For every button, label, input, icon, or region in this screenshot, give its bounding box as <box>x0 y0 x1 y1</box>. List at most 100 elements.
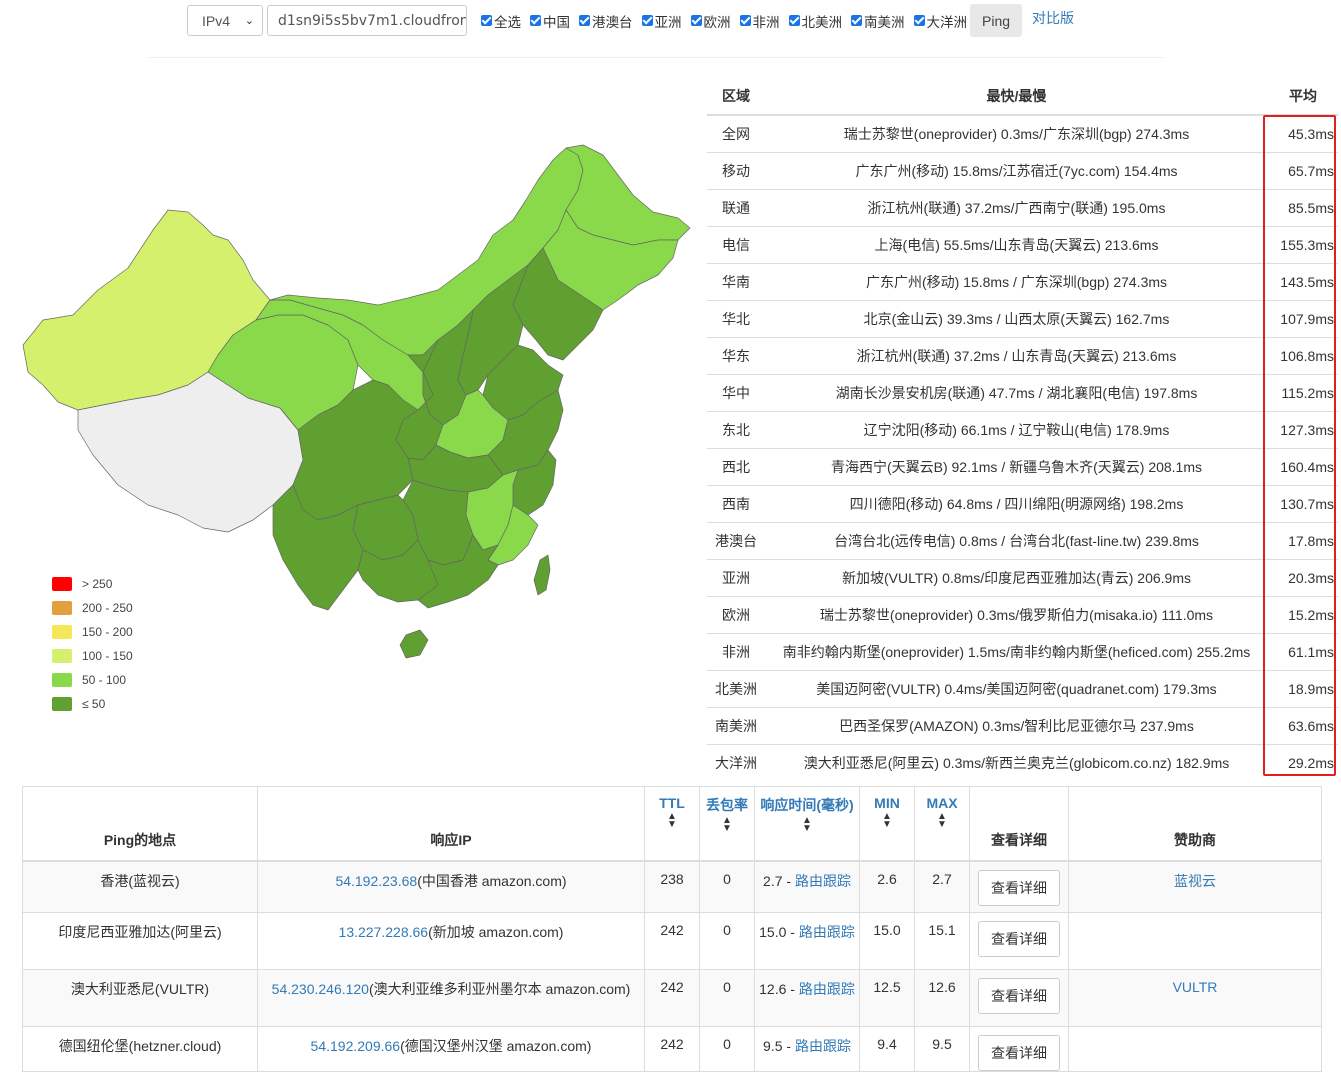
region-row: 西南 四川德阳(移动) 64.8ms / 四川绵阳(明源网络) 198.2ms 13… <box>707 485 1338 523</box>
min-value: 2.6 <box>859 860 915 913</box>
checkbox-hk-mo-tw[interactable]: 港澳台 <box>579 11 633 31</box>
traceroute-link[interactable]: 路由跟踪 <box>799 924 855 940</box>
compare-version-link[interactable]: 对比版 <box>1032 8 1074 28</box>
ping-location: 德国纽伦堡(hetzner.cloud) <box>22 1025 258 1072</box>
checkbox-icon <box>788 15 800 26</box>
view-detail-button[interactable]: 查看详细 <box>978 870 1060 906</box>
checkbox-icon <box>579 15 590 26</box>
header-min-label: MIN <box>874 795 900 811</box>
checkbox-icon <box>739 15 751 26</box>
region-fast-slow: 南非约翰内斯堡(oneprovider) 1.5ms/南非约翰内斯堡(hefic… <box>765 633 1268 671</box>
checkbox-icon <box>851 15 862 26</box>
region-name: 南美洲 <box>707 707 765 745</box>
avg-highlight-box <box>1263 115 1336 776</box>
header-location: Ping的地点 <box>22 786 258 862</box>
table-header-row: 区域 最快/最慢 平均 <box>707 78 1338 116</box>
map-region-heilongjiang[interactable] <box>565 144 691 246</box>
ip-location: (德国汉堡州汉堡 amazon.com) <box>400 1037 592 1054</box>
header-loss-label: 丢包率 <box>706 797 748 813</box>
loss-value: 0 <box>699 968 755 1027</box>
divider <box>148 57 1164 58</box>
checkbox-label: 大洋洲 <box>926 14 968 30</box>
ping-results-body: 香港(蓝视云) 54.192.23.68(中国香港 amazon.com) 238 0… <box>22 860 1322 1072</box>
legend-swatch <box>52 601 72 615</box>
sponsor-link[interactable]: VULTR <box>1173 979 1218 995</box>
checkbox-oceania[interactable]: 大洋洲 <box>913 11 968 31</box>
sort-icon: ▲ ▼ <box>882 811 892 830</box>
header-max[interactable]: MAX ▲ ▼ <box>914 786 970 862</box>
response-ip-link[interactable]: 54.192.209.66 <box>311 1038 401 1054</box>
header-min[interactable]: MIN ▲ ▼ <box>859 786 915 862</box>
response-ip-link[interactable]: 54.192.23.68 <box>335 873 417 889</box>
header-fast-slow: 最快/最慢 <box>765 78 1268 116</box>
max-value: 2.7 <box>914 860 970 913</box>
region-name: 大洋洲 <box>707 744 765 781</box>
region-name: 华东 <box>707 337 765 375</box>
map-region-taiwan[interactable] <box>533 554 551 596</box>
region-stats-body: 全网 瑞士苏黎世(oneprovider) 0.3ms/广东深圳(bgp) 274… <box>707 114 1338 781</box>
checkbox-icon <box>481 15 492 26</box>
ping-button[interactable]: Ping <box>970 4 1023 37</box>
checkbox-asia[interactable]: 亚洲 <box>641 11 682 31</box>
checkbox-icon <box>530 15 541 26</box>
header-time[interactable]: 响应时间(毫秒) ▲ ▼ <box>754 786 860 862</box>
toolbar: IPv4 ⌄ d1sn9i5s5bv7m1.cloudfront.net 全选 … <box>187 4 1074 37</box>
ip-version-select[interactable]: IPv4 ⌄ <box>187 5 263 36</box>
header-max-label: MAX <box>926 795 958 811</box>
response-ip-link[interactable]: 13.227.228.66 <box>339 924 429 940</box>
region-row: 非洲 南非约翰内斯堡(oneprovider) 1.5ms/南非约翰内斯堡(hef… <box>707 633 1338 671</box>
region-fast-slow: 澳大利亚悉尼(阿里云) 0.3ms/新西兰奥克兰(globicom.co.nz)… <box>765 744 1268 781</box>
response-ip-cell: 54.192.23.68(中国香港 amazon.com) <box>257 860 645 913</box>
detail-cell: 查看详细 <box>969 968 1069 1027</box>
checkbox-africa[interactable]: 非洲 <box>739 11 780 31</box>
checkbox-europe[interactable]: 欧洲 <box>690 11 731 31</box>
region-row: 华东 浙江杭州(联通) 37.2ms / 山东青岛(天翼云) 213.6ms 106… <box>707 337 1338 375</box>
legend-swatch <box>52 625 72 639</box>
region-name: 亚洲 <box>707 559 765 597</box>
min-value: 12.5 <box>859 968 915 1027</box>
response-ip-link[interactable]: 54.230.246.120 <box>272 981 369 997</box>
region-name: 联通 <box>707 189 765 227</box>
traceroute-link[interactable]: 路由跟踪 <box>795 873 851 889</box>
header-sponsor: 赞助商 <box>1068 786 1322 862</box>
sort-icon: ▲ ▼ <box>667 811 677 830</box>
view-detail-button[interactable]: 查看详细 <box>978 977 1060 1014</box>
response-ip-cell: 54.192.209.66(德国汉堡州汉堡 amazon.com) <box>257 1025 645 1072</box>
checkbox-icon <box>913 15 925 26</box>
checkbox-all[interactable]: 全选 <box>481 11 521 31</box>
view-detail-button[interactable]: 查看详细 <box>978 1034 1060 1071</box>
map-region-hainan[interactable] <box>399 629 429 659</box>
legend-item: ≤ 50 <box>52 692 133 716</box>
region-name: 华南 <box>707 263 765 301</box>
region-fast-slow: 青海西宁(天翼云B) 92.1ms / 新疆乌鲁木齐(天翼云) 208.1ms <box>765 448 1268 486</box>
region-name: 西北 <box>707 448 765 486</box>
region-row: 港澳台 台湾台北(远传电信) 0.8ms / 台湾台北(fast-line.tw)… <box>707 522 1338 560</box>
checkbox-china[interactable]: 中国 <box>530 11 570 31</box>
legend-item: 150 - 200 <box>52 620 133 644</box>
sponsor-link[interactable]: 蓝视云 <box>1174 873 1216 889</box>
region-fast-slow: 广东广州(移动) 15.8ms/江苏宿迁(7yc.com) 154.4ms <box>765 152 1268 190</box>
region-fast-slow: 四川德阳(移动) 64.8ms / 四川绵阳(明源网络) 198.2ms <box>765 485 1268 523</box>
header-loss[interactable]: 丢包率 ▲ ▼ <box>699 786 755 862</box>
sponsor-cell: 蓝视云 <box>1068 860 1322 913</box>
time-value: 2.7 <box>763 873 783 889</box>
checkbox-label: 亚洲 <box>654 14 682 30</box>
min-value: 9.4 <box>859 1025 915 1072</box>
checkbox-south-america[interactable]: 南美洲 <box>851 11 905 31</box>
traceroute-link[interactable]: 路由跟踪 <box>799 981 855 997</box>
checkbox-north-america[interactable]: 北美洲 <box>788 11 842 31</box>
view-detail-button[interactable]: 查看详细 <box>978 920 1060 957</box>
region-name: 港澳台 <box>707 522 765 560</box>
time-cell: 12.6 - 路由跟踪 <box>754 968 860 1027</box>
region-fast-slow: 浙江杭州(联通) 37.2ms/广西南宁(联通) 195.0ms <box>765 189 1268 227</box>
region-name: 西南 <box>707 485 765 523</box>
region-name: 华北 <box>707 300 765 338</box>
header-ttl[interactable]: TTL ▲ ▼ <box>644 786 700 862</box>
legend-swatch <box>52 577 72 591</box>
sponsor-cell <box>1068 911 1322 970</box>
region-fast-slow: 台湾台北(远传电信) 0.8ms / 台湾台北(fast-line.tw) 23… <box>765 522 1268 560</box>
traceroute-link[interactable]: 路由跟踪 <box>795 1038 851 1054</box>
ip-location: (新加坡 amazon.com) <box>428 923 564 940</box>
table-row: 香港(蓝视云) 54.192.23.68(中国香港 amazon.com) 238 0… <box>22 860 1322 913</box>
host-input[interactable]: d1sn9i5s5bv7m1.cloudfront.net <box>267 5 467 36</box>
